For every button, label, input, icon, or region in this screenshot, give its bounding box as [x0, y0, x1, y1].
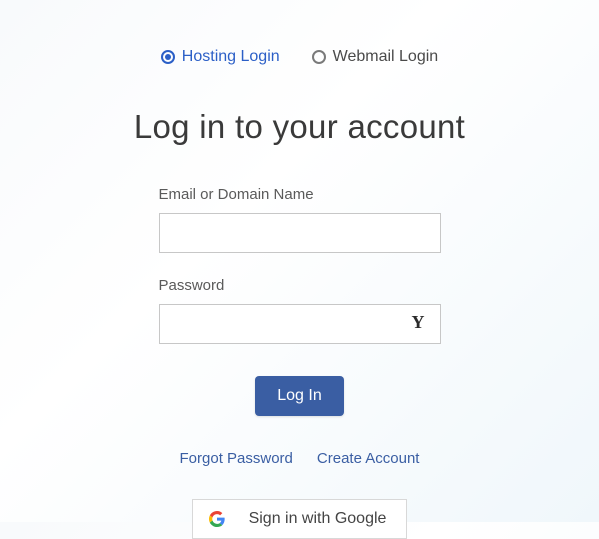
radio-unselected-icon	[312, 50, 326, 64]
tab-webmail-login[interactable]: Webmail Login	[312, 48, 439, 66]
password-manager-icon[interactable]: Y	[412, 312, 425, 333]
tab-hosting-login[interactable]: Hosting Login	[161, 48, 280, 66]
email-field[interactable]	[159, 213, 441, 253]
password-label: Password	[159, 277, 441, 294]
tab-webmail-label: Webmail Login	[333, 48, 439, 66]
login-type-tabs: Hosting Login Webmail Login	[161, 48, 438, 66]
password-input-wrap: Y	[159, 304, 441, 344]
password-field[interactable]	[159, 304, 441, 344]
login-button[interactable]: Log In	[255, 376, 343, 416]
login-form: Email or Domain Name Password Y Log In F…	[159, 186, 441, 539]
email-input-wrap	[159, 213, 441, 253]
google-signin-button[interactable]: Sign in with Google	[192, 499, 408, 539]
forgot-password-link[interactable]: Forgot Password	[180, 450, 293, 467]
email-label: Email or Domain Name	[159, 186, 441, 203]
create-account-link[interactable]: Create Account	[317, 450, 420, 467]
radio-selected-icon	[161, 50, 175, 64]
aux-links: Forgot Password Create Account	[159, 450, 441, 467]
google-icon	[209, 511, 225, 527]
google-signin-label: Sign in with Google	[249, 510, 387, 528]
page-title: Log in to your account	[134, 108, 465, 146]
tab-hosting-label: Hosting Login	[182, 48, 280, 66]
